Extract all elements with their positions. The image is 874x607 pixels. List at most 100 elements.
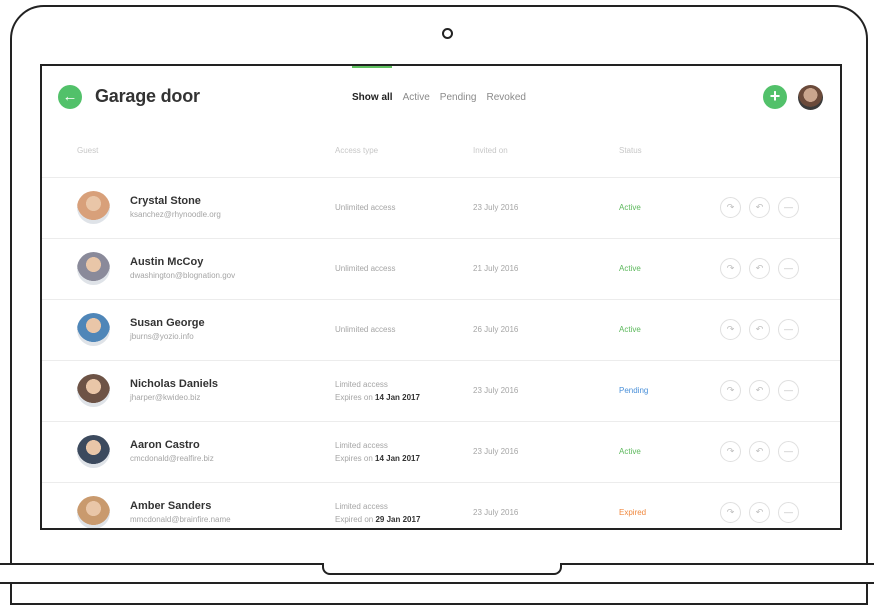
undo-button[interactable]: ↶ bbox=[749, 319, 770, 340]
redo-button[interactable]: ↷ bbox=[720, 380, 741, 401]
guest-name: Crystal Stone bbox=[130, 195, 201, 207]
guest-row[interactable]: Crystal Stone ksanchez@rhynoodle.org Unl… bbox=[42, 177, 840, 238]
invited-date: 21 July 2016 bbox=[473, 264, 519, 273]
access-type: Limited access Expired on 29 Jan 2017 bbox=[335, 500, 420, 526]
undo-button[interactable]: ↶ bbox=[749, 502, 770, 523]
guest-row[interactable]: Austin McCoy dwashington@blognation.gov … bbox=[42, 238, 840, 299]
revoke-button[interactable]: — bbox=[778, 319, 799, 340]
redo-button[interactable]: ↷ bbox=[720, 502, 741, 523]
access-expiry-date: 14 Jan 2017 bbox=[375, 393, 420, 402]
arrow-left-icon: ← bbox=[62, 88, 78, 105]
row-actions: ↷ ↶ — bbox=[720, 197, 799, 218]
access-expiry-date: 29 Jan 2017 bbox=[375, 515, 421, 524]
redo-button[interactable]: ↷ bbox=[720, 258, 741, 279]
undo-icon: ↶ bbox=[755, 324, 764, 334]
row-actions: ↷ ↶ — bbox=[720, 502, 799, 523]
user-avatar[interactable] bbox=[798, 85, 823, 110]
tab-revoked[interactable]: Revoked bbox=[487, 92, 526, 103]
access-expiry-date: 14 Jan 2017 bbox=[375, 454, 420, 463]
guest-name: Nicholas Daniels bbox=[130, 378, 219, 390]
guest-row[interactable]: Susan George jburns@yozio.info Unlimited… bbox=[42, 299, 840, 360]
guest-row[interactable]: Amber Sanders mmcdonald@brainfire.name L… bbox=[42, 482, 840, 528]
guest-name: Amber Sanders bbox=[130, 500, 212, 512]
access-type: Limited access Expires on 14 Jan 2017 bbox=[335, 378, 420, 404]
back-button[interactable]: ← bbox=[58, 85, 82, 109]
undo-button[interactable]: ↶ bbox=[749, 258, 770, 279]
guest-email: ksanchez@rhynoodle.org bbox=[130, 210, 221, 219]
revoke-button[interactable]: — bbox=[778, 380, 799, 401]
guest-avatar bbox=[77, 191, 110, 224]
redo-icon: ↷ bbox=[726, 507, 735, 517]
guest-row[interactable]: Aaron Castro cmcdonald@realfire.biz Limi… bbox=[42, 421, 840, 482]
access-type-label: Limited access bbox=[335, 380, 388, 389]
access-expiry: Expires on 14 Jan 2017 bbox=[335, 452, 420, 465]
revoke-button[interactable]: — bbox=[778, 258, 799, 279]
access-expiry: Expired on 29 Jan 2017 bbox=[335, 513, 420, 526]
status-badge: Active bbox=[619, 203, 641, 212]
revoke-button[interactable]: — bbox=[778, 502, 799, 523]
tab-active[interactable]: Active bbox=[403, 92, 430, 103]
undo-icon: ↶ bbox=[755, 446, 764, 456]
redo-icon: ↷ bbox=[726, 202, 735, 212]
redo-button[interactable]: ↷ bbox=[720, 197, 741, 218]
guest-email: jburns@yozio.info bbox=[130, 332, 194, 341]
top-bar: ← Garage door Show all Active Pending Re… bbox=[42, 66, 840, 128]
column-header-invited-on: Invited on bbox=[473, 146, 508, 155]
undo-button[interactable]: ↶ bbox=[749, 197, 770, 218]
guest-name: Aaron Castro bbox=[130, 439, 200, 451]
guest-avatar bbox=[77, 374, 110, 407]
page-title: Garage door bbox=[95, 86, 200, 106]
access-type-label: Unlimited access bbox=[335, 264, 396, 273]
guest-row[interactable]: Nicholas Daniels jharper@kwideo.biz Limi… bbox=[42, 360, 840, 421]
row-actions: ↷ ↶ — bbox=[720, 319, 799, 340]
guest-email: jharper@kwideo.biz bbox=[130, 393, 201, 402]
minus-icon: — bbox=[784, 202, 793, 212]
invited-date: 23 July 2016 bbox=[473, 508, 519, 517]
laptop-notch bbox=[322, 563, 562, 575]
add-guest-button[interactable]: + bbox=[763, 85, 787, 109]
plus-icon: + bbox=[769, 86, 781, 106]
camera-icon bbox=[442, 28, 453, 39]
column-header-status: Status bbox=[619, 146, 642, 155]
undo-icon: ↶ bbox=[755, 507, 764, 517]
invited-date: 23 July 2016 bbox=[473, 203, 519, 212]
guest-avatar bbox=[77, 313, 110, 346]
revoke-button[interactable]: — bbox=[778, 441, 799, 462]
guest-email: mmcdonald@brainfire.name bbox=[130, 515, 231, 524]
redo-icon: ↷ bbox=[726, 446, 735, 456]
access-type-label: Limited access bbox=[335, 502, 388, 511]
minus-icon: — bbox=[784, 385, 793, 395]
access-expiry-prefix: Expired on bbox=[335, 515, 376, 524]
invited-date: 23 July 2016 bbox=[473, 447, 519, 456]
revoke-button[interactable]: — bbox=[778, 197, 799, 218]
minus-icon: — bbox=[784, 263, 793, 273]
undo-icon: ↶ bbox=[755, 385, 764, 395]
tab-pending[interactable]: Pending bbox=[440, 92, 477, 103]
guest-avatar bbox=[77, 435, 110, 468]
undo-button[interactable]: ↶ bbox=[749, 441, 770, 462]
undo-icon: ↶ bbox=[755, 202, 764, 212]
access-type: Limited access Expires on 14 Jan 2017 bbox=[335, 439, 420, 465]
filter-tabs: Show all Active Pending Revoked bbox=[352, 92, 526, 103]
row-actions: ↷ ↶ — bbox=[720, 441, 799, 462]
redo-button[interactable]: ↷ bbox=[720, 441, 741, 462]
access-expiry-prefix: Expires on bbox=[335, 454, 376, 463]
tab-show-all[interactable]: Show all bbox=[352, 92, 393, 103]
redo-icon: ↷ bbox=[726, 263, 735, 273]
minus-icon: — bbox=[784, 446, 793, 456]
access-type: Unlimited access bbox=[335, 264, 395, 273]
access-type: Unlimited access bbox=[335, 325, 395, 334]
column-header-access-type: Access type bbox=[335, 146, 379, 155]
status-badge: Active bbox=[619, 325, 641, 334]
redo-button[interactable]: ↷ bbox=[720, 319, 741, 340]
invited-date: 23 July 2016 bbox=[473, 386, 519, 395]
row-actions: ↷ ↶ — bbox=[720, 258, 799, 279]
status-badge: Expired bbox=[619, 508, 647, 517]
minus-icon: — bbox=[784, 324, 793, 334]
undo-button[interactable]: ↶ bbox=[749, 380, 770, 401]
status-badge: Pending bbox=[619, 386, 649, 395]
guest-email: cmcdonald@realfire.biz bbox=[130, 454, 214, 463]
guest-avatar bbox=[77, 496, 110, 528]
guest-list: Crystal Stone ksanchez@rhynoodle.org Unl… bbox=[42, 177, 840, 528]
column-header-guest: Guest bbox=[77, 146, 99, 155]
